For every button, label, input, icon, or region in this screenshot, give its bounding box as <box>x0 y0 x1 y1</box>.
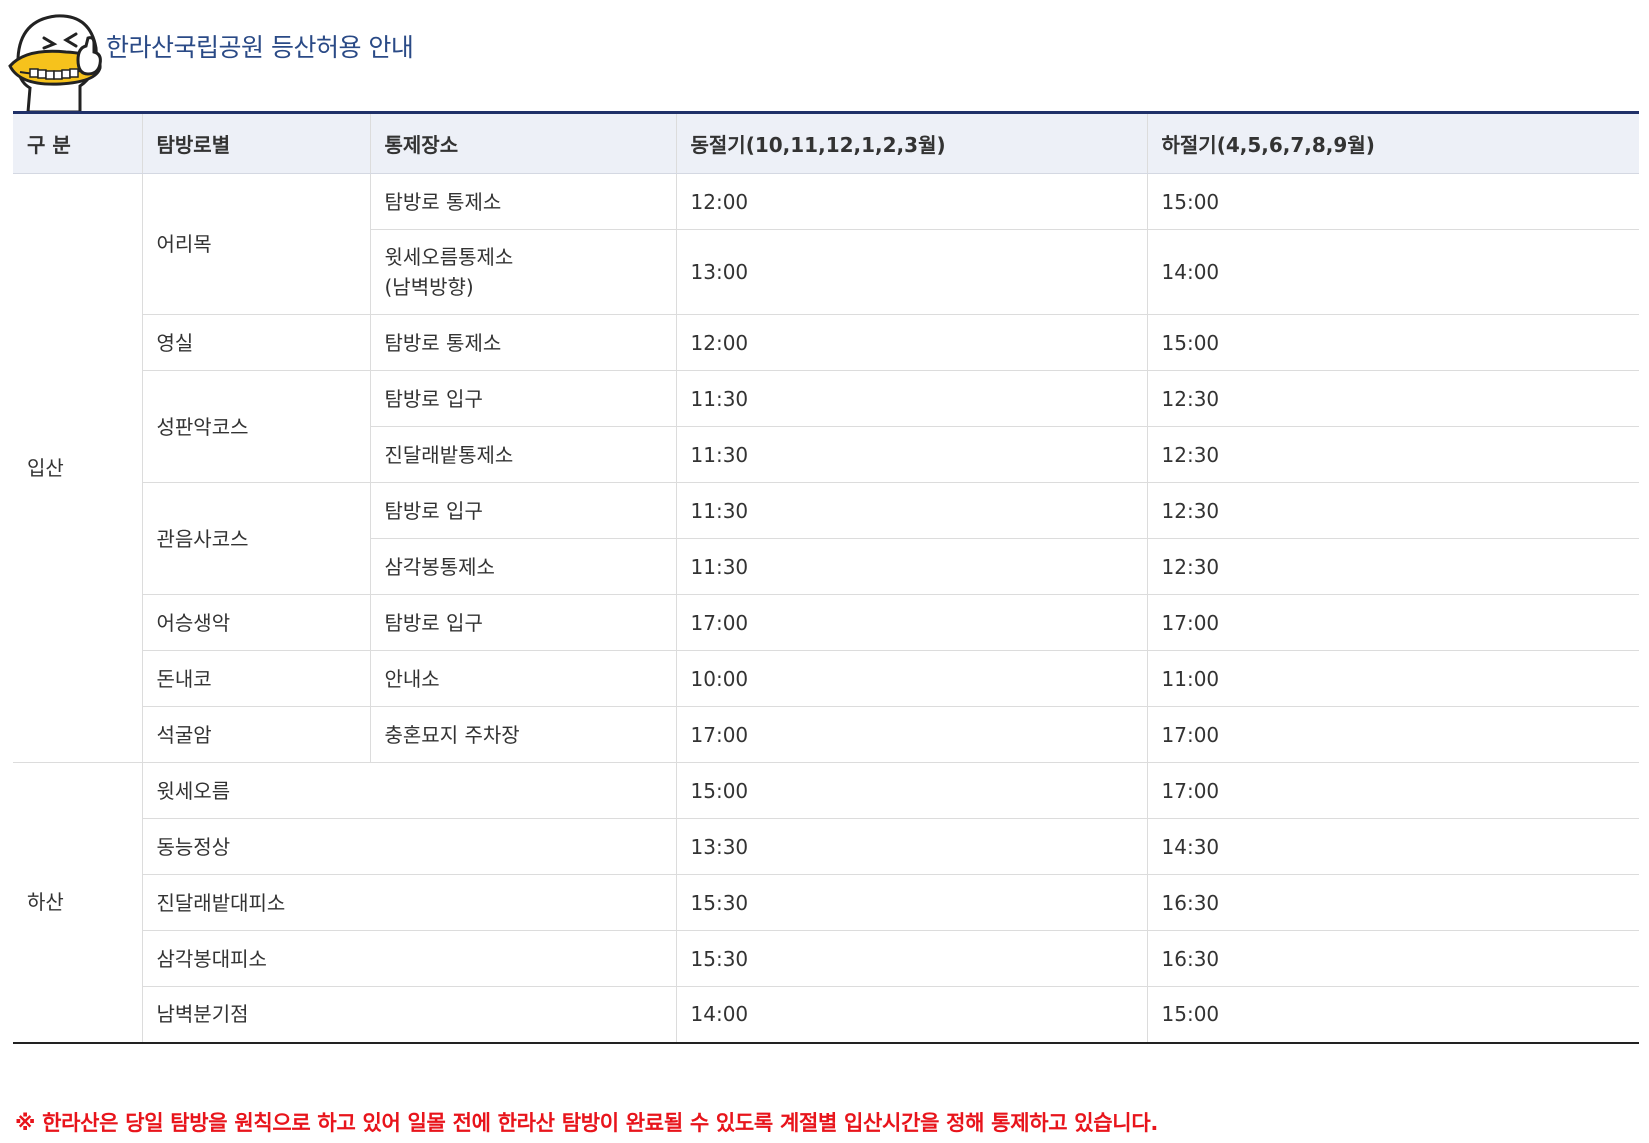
table-row: 어승생악 탐방로 입구 17:00 17:00 <box>13 594 1639 651</box>
summer-time: 14:30 <box>1146 818 1639 875</box>
winter-time: 12:00 <box>675 173 1147 230</box>
control-place: 윗세오름통제소 (남벽방향) <box>369 229 676 315</box>
notice-text: ※ 한라산은 당일 탐방을 원칙으로 하고 있어 일몰 전에 한라산 탐방이 완… <box>15 1111 1159 1135</box>
summer-time: 17:00 <box>1146 706 1639 763</box>
summer-time: 15:00 <box>1146 314 1639 371</box>
page-header: 한라산국립공원 등산허용 안내 <box>0 0 1649 112</box>
mascot-duck-icon <box>8 14 102 112</box>
winter-time: 17:00 <box>675 594 1147 651</box>
winter-time: 11:30 <box>675 370 1147 427</box>
control-place: 진달래밭통제소 <box>369 426 676 483</box>
winter-time: 15:30 <box>675 874 1147 931</box>
column-header-summer: 하절기(4,5,6,7,8,9월) <box>1146 111 1639 174</box>
trail-name: 삼각봉대피소 <box>141 930 676 987</box>
winter-time: 13:00 <box>675 229 1147 315</box>
table-row: 남벽분기점 14:00 15:00 <box>13 986 1639 1044</box>
column-header-winter: 동절기(10,11,12,1,2,3월) <box>675 111 1147 174</box>
column-header-category: 구 분 <box>13 111 142 174</box>
winter-time: 10:00 <box>675 650 1147 707</box>
column-header-control-place: 통제장소 <box>369 111 676 174</box>
summer-time: 14:00 <box>1146 229 1639 315</box>
table-row: 삼각봉대피소 15:30 16:30 <box>13 930 1639 987</box>
table-row: 진달래밭대피소 15:30 16:30 <box>13 874 1639 931</box>
summer-time: 12:30 <box>1146 482 1639 539</box>
trail-name: 윗세오름 <box>141 762 676 819</box>
summer-time: 12:30 <box>1146 426 1639 483</box>
trail-name: 석굴암 <box>141 706 370 763</box>
control-place: 삼각봉통제소 <box>369 538 676 595</box>
trail-name: 영실 <box>141 314 370 371</box>
table-row: 석굴암 충혼묘지 주차장 17:00 17:00 <box>13 706 1639 763</box>
control-place: 탐방로 입구 <box>369 482 676 539</box>
table-row: 동능정상 13:30 14:30 <box>13 818 1639 875</box>
trail-name: 어승생악 <box>141 594 370 651</box>
winter-time: 17:00 <box>675 706 1147 763</box>
control-place: 탐방로 입구 <box>369 594 676 651</box>
winter-time: 15:30 <box>675 930 1147 987</box>
table-row: 하산 윗세오름 15:00 17:00 <box>13 762 1639 1044</box>
column-header-trail: 탐방로별 <box>141 111 370 174</box>
trail-name: 관음사코스 <box>141 482 370 595</box>
control-place: 탐방로 입구 <box>369 370 676 427</box>
trail-name: 동능정상 <box>141 818 676 875</box>
winter-time: 11:30 <box>675 538 1147 595</box>
page-title: 한라산국립공원 등산허용 안내 <box>106 33 414 62</box>
trail-name: 성판악코스 <box>141 370 370 483</box>
winter-time: 11:30 <box>675 482 1147 539</box>
category-ascent: 입산 <box>13 173 142 763</box>
trail-name: 남벽분기점 <box>141 986 676 1044</box>
winter-time: 13:30 <box>675 818 1147 875</box>
control-place: 탐방로 통제소 <box>369 314 676 371</box>
category-descent: 하산 <box>13 762 142 1044</box>
table-row: 돈내코 안내소 10:00 11:00 <box>13 650 1639 707</box>
table-row: 성판악코스 탐방로 입구 11:30 12:30 <box>13 370 1639 483</box>
winter-time: 11:30 <box>675 426 1147 483</box>
trail-name: 어리목 <box>141 173 370 315</box>
table-row: 입산 어리목 탐방로 통제소 12:00 15:00 <box>13 173 1639 763</box>
summer-time: 16:30 <box>1146 930 1639 987</box>
trail-name: 돈내코 <box>141 650 370 707</box>
summer-time: 15:00 <box>1146 173 1639 230</box>
summer-time: 12:30 <box>1146 538 1639 595</box>
summer-time: 11:00 <box>1146 650 1639 707</box>
table-row: 영실 탐방로 통제소 12:00 15:00 <box>13 314 1639 371</box>
summer-time: 17:00 <box>1146 594 1639 651</box>
winter-time: 12:00 <box>675 314 1147 371</box>
hiking-permit-table: 구 분 탐방로별 통제장소 동절기(10,11,12,1,2,3월) 하절기(4… <box>13 111 1639 1044</box>
summer-time: 12:30 <box>1146 370 1639 427</box>
control-place: 안내소 <box>369 650 676 707</box>
summer-time: 16:30 <box>1146 874 1639 931</box>
trail-name: 진달래밭대피소 <box>141 874 676 931</box>
table-row: 관음사코스 탐방로 입구 11:30 12:30 <box>13 482 1639 595</box>
summer-time: 17:00 <box>1146 762 1639 819</box>
table-header: 구 분 탐방로별 통제장소 동절기(10,11,12,1,2,3월) 하절기(4… <box>13 111 1639 174</box>
summer-time: 15:00 <box>1146 986 1639 1044</box>
control-place: 탐방로 통제소 <box>369 173 676 230</box>
control-place: 충혼묘지 주차장 <box>369 706 676 763</box>
winter-time: 14:00 <box>675 986 1147 1044</box>
winter-time: 15:00 <box>675 762 1147 819</box>
